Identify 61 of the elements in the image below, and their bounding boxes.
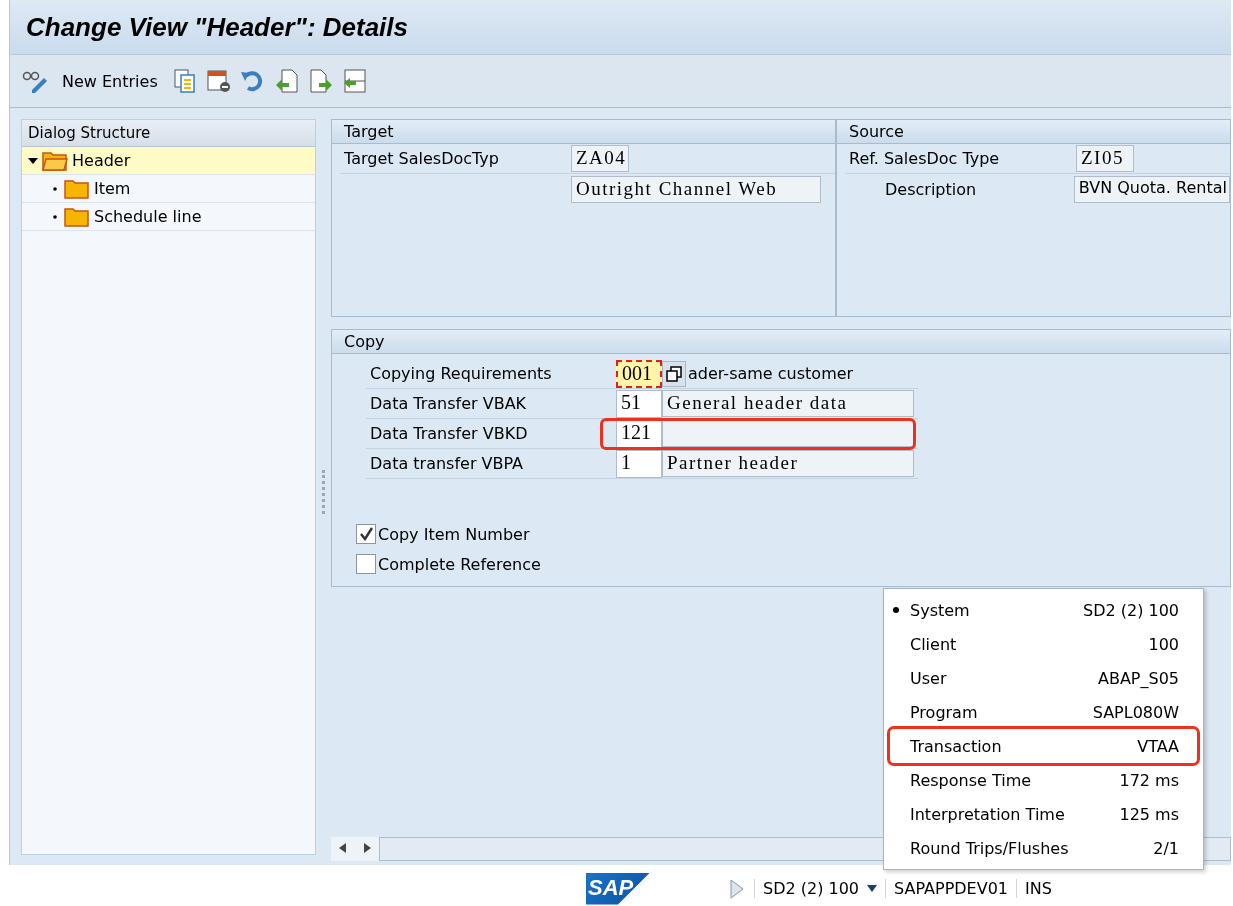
field-label: Ref. SalesDoc Type xyxy=(848,149,1001,168)
folder-icon xyxy=(64,206,90,227)
tree-item-label: Schedule line xyxy=(94,207,202,226)
menu-item[interactable]: Interpretation Time 125 ms xyxy=(890,797,1197,831)
left-arrow-icon xyxy=(339,843,347,853)
window-title: Change View "Header": Details xyxy=(26,11,409,43)
menu-item[interactable]: Response Time 172 ms xyxy=(890,763,1197,797)
field-label: Data Transfer VBAK xyxy=(369,394,528,413)
checkbox[interactable] xyxy=(356,524,376,544)
right-arrow-icon xyxy=(363,843,371,853)
logo: SAP xyxy=(586,872,650,905)
menu-item[interactable]: System SD2 (2) 100 xyxy=(890,593,1197,627)
copy-icon[interactable] xyxy=(171,68,198,94)
field-label: Target SalesDocTyp xyxy=(343,149,500,168)
system-dropdown[interactable]: SD2 (2) 100 xyxy=(754,879,886,898)
next-page-icon[interactable] xyxy=(307,68,334,94)
input-field[interactable]: ZA04 xyxy=(571,145,629,172)
menu-item[interactable]: Transaction VTAA xyxy=(890,729,1197,763)
group-title: Source xyxy=(837,120,1230,144)
input-mode: INS xyxy=(1016,879,1060,898)
description-field: Outright Channel Web xyxy=(571,175,821,203)
server-name: SAPAPPDEV01 xyxy=(885,879,1017,898)
menu-item[interactable]: Client 100 xyxy=(890,627,1197,661)
new-entries-button[interactable]: New Entries xyxy=(56,71,164,91)
field-label: Data Transfer VBKD xyxy=(369,424,529,443)
description-field: BVN Quota. Rental xyxy=(1073,175,1230,203)
input-field[interactable]: ZI05 xyxy=(1076,145,1134,172)
tree-item[interactable]: Header xyxy=(22,147,315,175)
input-field[interactable]: 001 xyxy=(616,359,662,388)
open-folder-icon xyxy=(42,150,68,171)
checkbox-label: Copy Item Number xyxy=(378,524,530,544)
copy-windows-icon xyxy=(666,365,682,382)
input-field[interactable]: 1 xyxy=(616,449,662,478)
field-label: Data transfer VBPA xyxy=(369,454,525,473)
menu-item[interactable]: User ABAP_S05 xyxy=(890,661,1197,695)
splitter-grip[interactable] xyxy=(322,470,325,514)
field-label: Description xyxy=(884,179,978,199)
group-title: Target xyxy=(332,120,835,144)
value-help-button[interactable] xyxy=(662,360,686,387)
select-block-icon[interactable] xyxy=(341,68,368,94)
play-icon[interactable] xyxy=(730,878,744,899)
description-field: Partner header xyxy=(662,450,914,477)
folder-icon xyxy=(64,178,90,199)
field-label: Copying Requirements xyxy=(369,364,553,383)
menu-item[interactable]: Round Trips/Flushes 2/1 xyxy=(890,831,1197,865)
delete-row-icon[interactable] xyxy=(205,68,232,94)
tree-item-label: Item xyxy=(94,179,131,198)
input-field[interactable]: 51 xyxy=(616,389,662,418)
requirement-description: ader-same customer xyxy=(688,364,854,383)
tree-item[interactable]: Item xyxy=(22,175,315,203)
menu-item[interactable]: Program SAPL080W xyxy=(890,695,1197,729)
checkbox[interactable] xyxy=(356,554,376,574)
description-field: General header data xyxy=(662,390,914,417)
group-title: Copy xyxy=(332,330,1230,354)
caret-icon xyxy=(867,884,878,893)
tree-item-label: Header xyxy=(72,151,131,170)
input-field[interactable]: 121 xyxy=(616,419,662,448)
checkbox-label: Complete Reference xyxy=(378,554,541,574)
tree-item[interactable]: Schedule line xyxy=(22,203,315,231)
panel-title: Dialog Structure xyxy=(22,120,315,147)
expand-arrow-icon[interactable] xyxy=(28,155,38,166)
